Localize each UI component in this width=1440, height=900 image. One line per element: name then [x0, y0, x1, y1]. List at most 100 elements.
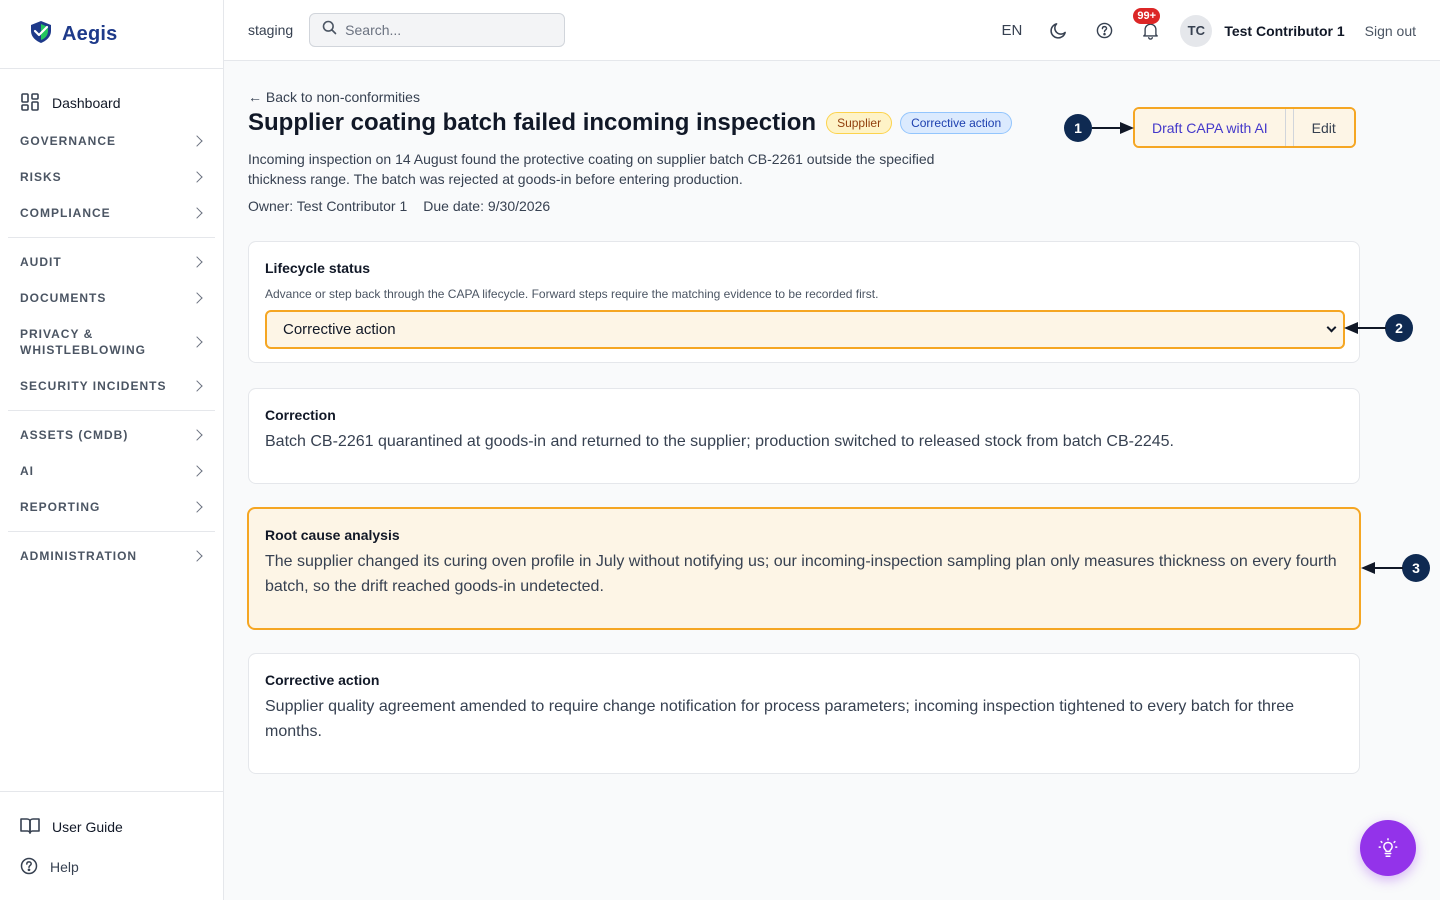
sidebar-divider: [8, 237, 215, 238]
corrective-action-title: Corrective action: [265, 672, 380, 688]
chevron-right-icon: [191, 207, 203, 219]
annotation-marker-2: 2: [1385, 314, 1413, 342]
user-name: Test Contributor 1: [1224, 22, 1345, 39]
dashboard-grid-icon: [20, 92, 40, 115]
chevron-right-icon: [191, 292, 203, 304]
chevron-right-icon: [191, 336, 203, 348]
sidebar-item-ai[interactable]: AI: [0, 453, 223, 489]
help-link[interactable]: Help: [0, 852, 223, 882]
sidebar: Aegis Dashboard GOVERNANCE RISKS COMPLIA…: [0, 0, 224, 900]
aegis-shield-logo-icon: [30, 20, 52, 49]
back-link[interactable]: ← Back to non-conformities: [248, 89, 420, 105]
search-box[interactable]: [309, 13, 566, 47]
lifecycle-status-card: Lifecycle status Advance or step back th…: [248, 241, 1360, 363]
lifecycle-title: Lifecycle status: [265, 260, 371, 276]
root-cause-text: The supplier changed its curing oven pro…: [265, 553, 1337, 595]
sidebar-item-label: AI: [20, 464, 34, 478]
corrective-action-text: Supplier quality agreement amended to re…: [265, 698, 1295, 740]
help-button[interactable]: [1094, 21, 1114, 41]
help-circle-icon: [20, 857, 38, 878]
sidebar-item-label: PRIVACY & WHISTLEBLOWING: [20, 327, 146, 357]
sidebar-footer: User Guide Help: [0, 791, 223, 900]
correction-card: Correction Batch CB-2261 quarantined at …: [248, 388, 1360, 484]
sidebar-item-label: Dashboard: [52, 95, 121, 111]
lightbulb-icon: [1378, 838, 1398, 857]
sidebar-item-label: ADMINISTRATION: [20, 549, 138, 563]
sidebar-item-label: GOVERNANCE: [20, 134, 117, 148]
meta-row: Owner: Test Contributor 1 Due date: 9/30…: [248, 198, 550, 214]
dark-mode-toggle[interactable]: [1048, 21, 1068, 41]
correction-text: Batch CB-2261 quarantined at goods-in an…: [265, 433, 1174, 450]
help-label: Help: [50, 859, 79, 875]
annotation-arrow-2: [1344, 322, 1386, 334]
sidebar-item-compliance[interactable]: COMPLIANCE: [0, 195, 223, 231]
sidebar-item-label: ASSETS (CMDB): [20, 428, 129, 442]
sidebar-item-privacy-whistleblowing[interactable]: PRIVACY & WHISTLEBLOWING: [0, 316, 223, 368]
status-badge: Corrective action: [900, 112, 1013, 134]
notification-count-badge: 99+: [1133, 7, 1160, 24]
sidebar-item-label: COMPLIANCE: [20, 206, 111, 220]
sidebar-item-assets[interactable]: ASSETS (CMDB): [0, 417, 223, 453]
edit-button[interactable]: Edit: [1293, 109, 1354, 146]
lifecycle-selected-value: Corrective action: [283, 321, 396, 338]
chevron-right-icon: [191, 465, 203, 477]
user-guide-label: User Guide: [52, 819, 123, 835]
chevron-down-icon: [1326, 322, 1337, 333]
notifications-button[interactable]: 99+: [1133, 7, 1160, 41]
sidebar-item-label: DOCUMENTS: [20, 291, 107, 305]
sidebar-item-security-incidents[interactable]: SECURITY INCIDENTS: [0, 368, 223, 404]
search-input[interactable]: [345, 22, 546, 38]
avatar[interactable]: TC: [1180, 14, 1213, 47]
user-guide-link[interactable]: User Guide: [0, 812, 223, 842]
correction-title: Correction: [265, 407, 336, 423]
lifecycle-hint: Advance or step back through the CAPA li…: [265, 287, 879, 301]
bell-icon: [1142, 23, 1158, 40]
root-cause-title: Root cause analysis: [265, 527, 400, 543]
sidebar-item-label: SECURITY INCIDENTS: [20, 379, 167, 393]
language-switcher[interactable]: EN: [1001, 22, 1022, 39]
page-description: Incoming inspection on 14 August found t…: [248, 151, 935, 187]
category-badge: Supplier: [826, 112, 893, 134]
sidebar-divider: [8, 410, 215, 411]
sidebar-item-label: RISKS: [20, 170, 62, 184]
annotation-marker-1: 1: [1064, 114, 1092, 142]
chevron-right-icon: [191, 135, 203, 147]
sign-out-link[interactable]: Sign out: [1365, 23, 1416, 39]
sidebar-item-documents[interactable]: DOCUMENTS: [0, 280, 223, 316]
top-bar: staging EN 99+: [224, 0, 1440, 61]
annotation-marker-3: 3: [1402, 554, 1430, 582]
header-actions: EN 99+ TC Test Contributor 1 Sign out: [1001, 0, 1416, 61]
root-cause-analysis-card: Root cause analysis The supplier changed…: [247, 507, 1361, 630]
sidebar-item-audit[interactable]: AUDIT: [0, 244, 223, 280]
chevron-right-icon: [191, 380, 203, 392]
sidebar-item-dashboard[interactable]: Dashboard: [0, 87, 223, 119]
chevron-right-icon: [191, 550, 203, 562]
page-title: Supplier coating batch failed incoming i…: [248, 109, 817, 136]
moon-icon: [1050, 23, 1066, 39]
corrective-action-card: Corrective action Supplier quality agree…: [248, 653, 1360, 774]
title-row: Supplier coating batch failed incoming i…: [248, 109, 1013, 137]
lifecycle-status-select[interactable]: Corrective action: [265, 310, 1345, 349]
sidebar-divider: [8, 531, 215, 532]
ai-assistant-button[interactable]: [1360, 820, 1416, 876]
sidebar-nav: Dashboard GOVERNANCE RISKS COMPLIANCE AU…: [0, 69, 223, 574]
sidebar-item-governance[interactable]: GOVERNANCE: [0, 123, 223, 159]
search-icon: [322, 20, 337, 40]
chevron-right-icon: [191, 429, 203, 441]
button-separator: [1285, 109, 1294, 146]
sidebar-item-label: REPORTING: [20, 500, 101, 514]
sidebar-item-administration[interactable]: ADMINISTRATION: [0, 538, 223, 574]
sidebar-item-reporting[interactable]: REPORTING: [0, 489, 223, 525]
sidebar-item-risks[interactable]: RISKS: [0, 159, 223, 195]
brand-name: Aegis: [62, 22, 118, 45]
annotation-arrow-1: [1092, 122, 1134, 134]
sidebar-item-label: AUDIT: [20, 255, 62, 269]
draft-capa-with-ai-button[interactable]: Draft CAPA with AI: [1135, 109, 1286, 146]
chevron-right-icon: [191, 171, 203, 183]
book-icon: [20, 817, 40, 838]
page-actions: Draft CAPA with AI Edit: [1133, 107, 1356, 148]
annotation-arrow-3: [1361, 562, 1403, 574]
environment-label: staging: [248, 22, 294, 38]
brand[interactable]: Aegis: [0, 0, 223, 69]
due-date-label: Due date: 9/30/2026: [423, 198, 551, 214]
